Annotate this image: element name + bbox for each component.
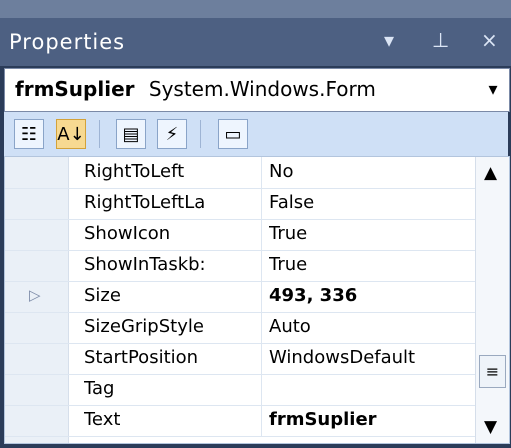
property-value[interactable]: frmSuplier <box>269 409 474 430</box>
property-row[interactable]: RightToLeftLa False <box>5 188 477 220</box>
property-row[interactable]: Text frmSuplier <box>5 405 477 437</box>
property-name: RightToLeftLa <box>84 192 206 213</box>
property-row[interactable]: RightToLeft No <box>5 157 477 189</box>
property-row[interactable]: StartPosition WindowsDefault <box>5 343 477 375</box>
property-name: RightToLeft <box>84 161 185 182</box>
window-menu-button[interactable]: ▾ <box>384 28 394 52</box>
property-row[interactable]: ▷ Size 493, 336 <box>5 281 477 313</box>
scroll-up-icon[interactable]: ▲ <box>484 163 497 183</box>
panel-title: Properties <box>9 30 126 54</box>
categorized-icon[interactable]: ☷ <box>14 119 44 149</box>
vertical-scrollbar[interactable]: ▲ ≡ ▼ <box>475 157 509 443</box>
property-value[interactable]: 493, 336 <box>269 285 474 306</box>
property-value[interactable]: True <box>269 254 474 275</box>
property-grid: RightToLeft No RightToLeftLa False ShowI… <box>4 156 510 444</box>
properties-window: Properties ▾ ⊥ × frmSuplier System.Windo… <box>0 0 511 448</box>
object-type: System.Windows.Form <box>148 77 376 101</box>
toolbar: ☷ A↓ ▤ ⚡ ▭ <box>4 112 508 157</box>
property-value[interactable]: False <box>269 192 474 213</box>
property-row[interactable]: ShowIcon True <box>5 219 477 251</box>
toolbar-separator <box>200 120 201 148</box>
property-name: Text <box>84 409 121 430</box>
scroll-thumb-icon[interactable]: ≡ <box>479 355 506 388</box>
properties-icon[interactable]: ▤ <box>116 119 146 149</box>
property-row[interactable]: ShowInTaskb: True <box>5 250 477 282</box>
property-name: Size <box>84 285 121 306</box>
property-name: StartPosition <box>84 347 199 368</box>
alphabetical-icon[interactable]: A↓ <box>56 119 86 149</box>
property-name: SizeGripStyle <box>84 316 204 337</box>
object-text: frmSuplier System.Windows.Form <box>15 77 376 101</box>
top-strip <box>0 0 511 20</box>
property-value[interactable]: Auto <box>269 316 474 337</box>
scroll-down-icon[interactable]: ▼ <box>484 417 497 437</box>
toolbar-separator <box>99 120 100 148</box>
property-row[interactable]: SizeGripStyle Auto <box>5 312 477 344</box>
events-icon[interactable]: ⚡ <box>157 119 187 149</box>
property-value[interactable]: WindowsDefault <box>269 347 474 368</box>
property-row[interactable]: Tag <box>5 374 477 406</box>
close-button[interactable]: × <box>481 28 498 52</box>
object-selector[interactable]: frmSuplier System.Windows.Form ▾ <box>4 68 510 112</box>
property-name: ShowInTaskb: <box>84 254 206 275</box>
property-pages-icon[interactable]: ▭ <box>218 119 248 149</box>
titlebar: Properties ▾ ⊥ × <box>0 18 511 66</box>
property-name: ShowIcon <box>84 223 171 244</box>
property-value[interactable]: True <box>269 223 474 244</box>
object-dropdown-icon[interactable]: ▾ <box>481 75 505 103</box>
expand-icon[interactable]: ▷ <box>29 286 41 304</box>
property-name: Tag <box>84 378 115 399</box>
property-value[interactable]: No <box>269 161 474 182</box>
object-name: frmSuplier <box>15 77 135 101</box>
pin-button[interactable]: ⊥ <box>432 28 449 52</box>
